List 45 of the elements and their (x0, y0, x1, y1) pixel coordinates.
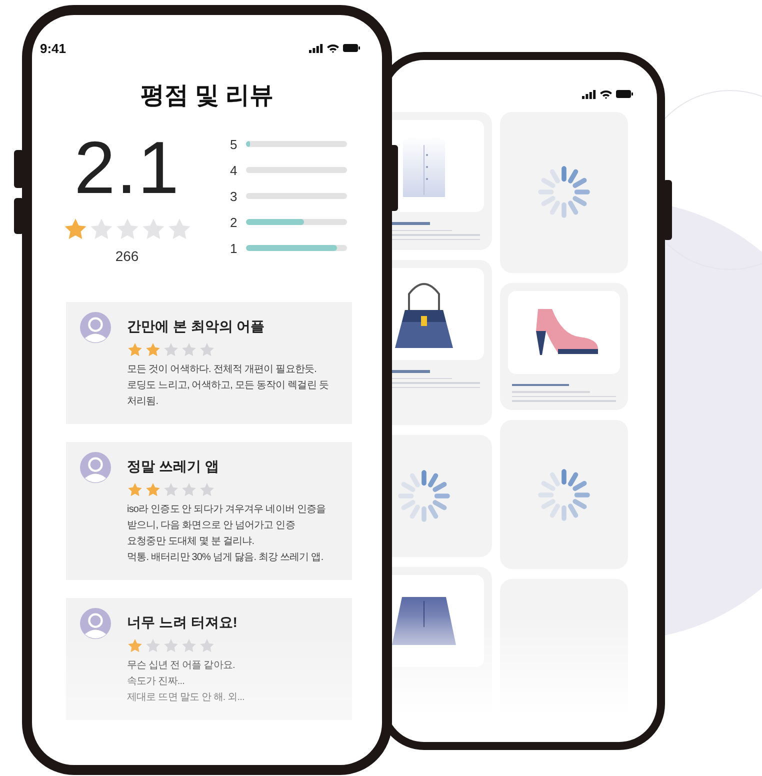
review-title: 간만에 본 최악의 어플 (127, 318, 266, 336)
star-icon (114, 217, 140, 242)
battery-icon (343, 44, 360, 52)
star-icon (163, 342, 179, 358)
rating-count: 266 (115, 248, 139, 264)
star-icon (163, 482, 179, 498)
star-icon (127, 482, 143, 498)
avatar-icon (80, 452, 111, 483)
star-icon (181, 638, 197, 654)
review-title: 너무 느려 터져요! (127, 614, 238, 632)
star-icon (181, 342, 197, 358)
star-icon (199, 482, 215, 498)
review-text: iso라 인증도 안 되다가 겨우겨우 네이버 인증을 받으니, 다음 화면으로 안 넘어가고 인증 요청중만 도대체 몇 분 걸리냐. 먹통. 배터리만 30% 넘게 닳음. 최강 쓰레기 앱. (127, 503, 326, 565)
star-icon (145, 342, 161, 358)
status-time: 9:41 (40, 40, 68, 56)
average-rating: 2.1 (74, 129, 180, 207)
avatar-icon (80, 312, 111, 343)
star-icon (199, 342, 215, 358)
star-level-label: 3 (230, 188, 238, 204)
star-icon (140, 217, 166, 242)
star-icon (166, 217, 192, 242)
star-icon (181, 482, 197, 498)
star-icon (127, 342, 143, 358)
wifi-icon (600, 90, 612, 98)
skirt-icon (392, 597, 456, 646)
star-icon (163, 638, 179, 654)
wifi-icon (327, 44, 339, 52)
star-icon (145, 482, 161, 498)
star-icon (88, 217, 114, 242)
battery-icon (616, 90, 633, 98)
review-text: 무슨 십년 전 어플 같아요. 속도가 진짜... 제대로 뜨면 말도 안 해. 외... (127, 659, 244, 705)
review-text: 모든 것이 어색하다. 전체적 개편이 필요한듯. 로딩도 느리고, 어색하고, 모든 동작이 렉걸린 듯 처리됨. (127, 363, 328, 409)
star-level-label: 1 (230, 240, 238, 256)
signal-icon (309, 44, 323, 52)
star-icon (127, 638, 143, 654)
star-icon (62, 217, 88, 242)
review-title: 정말 쓰레기 앱 (127, 458, 220, 476)
star-icon (199, 638, 215, 654)
avatar-icon (80, 608, 111, 639)
star-level-label: 4 (230, 162, 238, 178)
star-icon (145, 638, 161, 654)
star-level-label: 2 (230, 214, 238, 230)
star-level-label: 5 (230, 136, 238, 152)
page-title: 평점 및 리뷰 (139, 81, 275, 111)
signal-icon (582, 90, 596, 98)
